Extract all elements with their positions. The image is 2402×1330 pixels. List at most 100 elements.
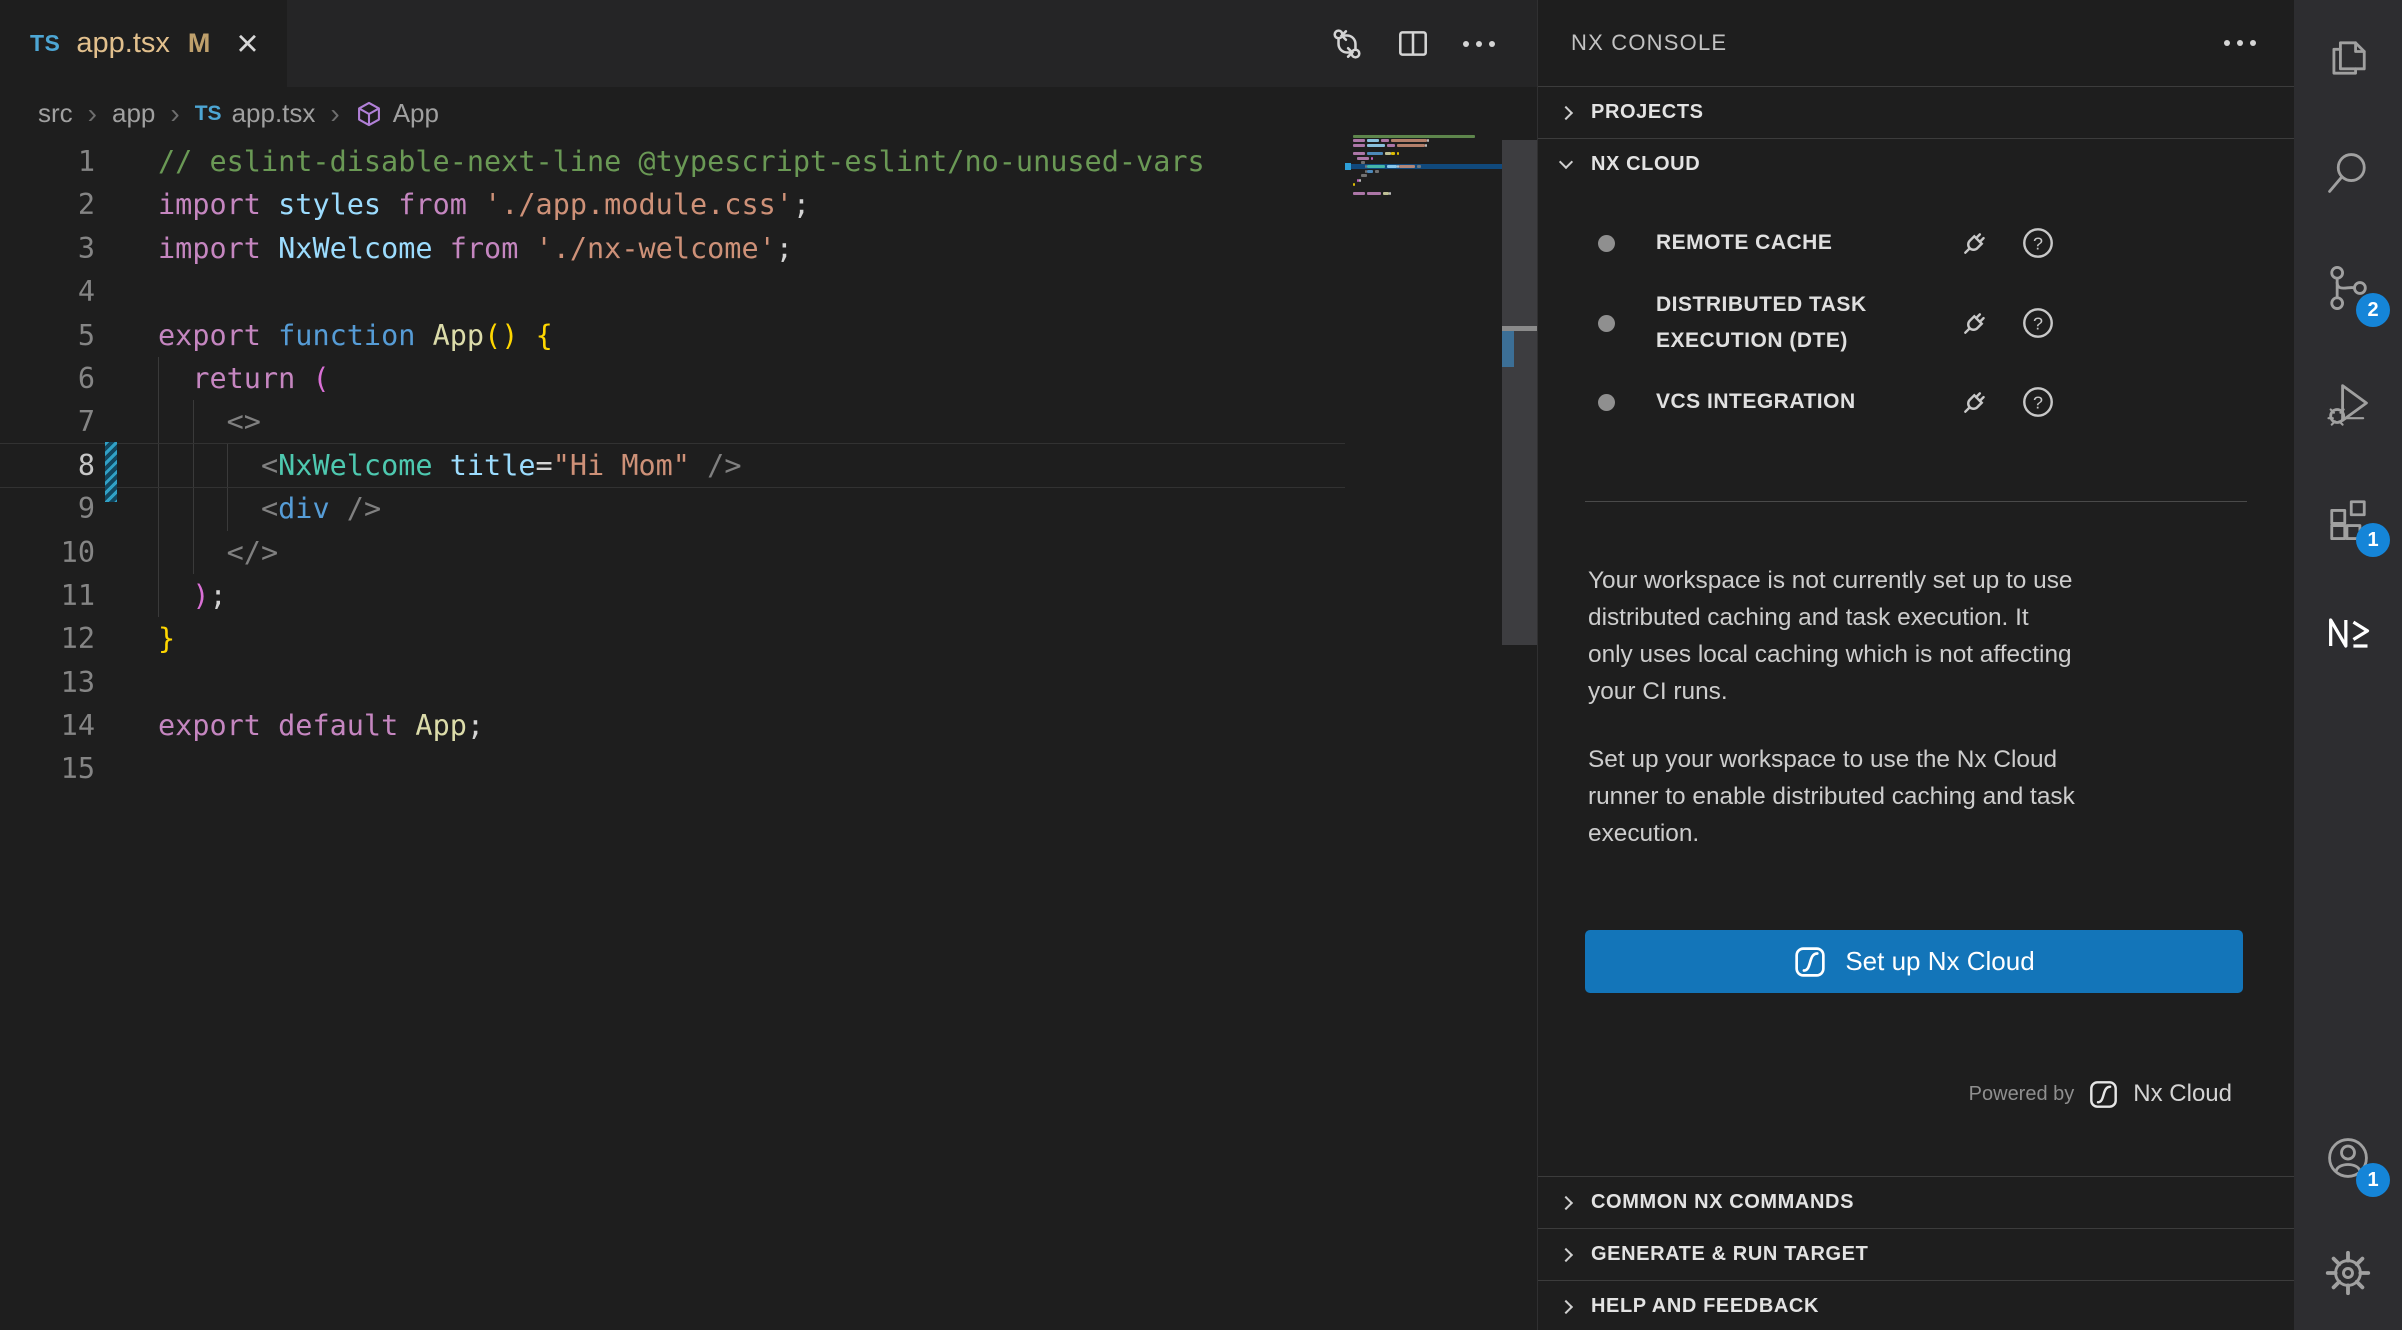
minimap[interactable] — [1345, 140, 1502, 1330]
line-number[interactable]: 5 — [0, 314, 95, 357]
chevron-right-icon — [1553, 108, 1579, 118]
scrollbar-thumb[interactable] — [1502, 140, 1537, 645]
connect-icon[interactable] — [1956, 304, 1994, 342]
activity-bar-item-settings-gear[interactable] — [2294, 1215, 2402, 1330]
section-label: HELP AND FEEDBACK — [1591, 1295, 1819, 1318]
line-number[interactable]: 3 — [0, 227, 95, 270]
breadcrumb-label: app.tsx — [232, 98, 316, 129]
minimap-line — [1387, 165, 1397, 168]
minimap-line — [1367, 152, 1383, 155]
breadcrumb-item-src[interactable]: src — [38, 98, 73, 129]
minimap-line — [1367, 144, 1385, 147]
line-number[interactable]: 2 — [0, 183, 95, 226]
activity-bar-item-nx-console[interactable] — [2294, 575, 2402, 690]
nx-console-icon — [2322, 607, 2374, 659]
section-common-nx-commands[interactable]: COMMON NX COMMANDS — [1538, 1176, 2294, 1228]
breadcrumb: src›app›TSapp.tsx›App — [0, 87, 1537, 140]
section-nx-cloud[interactable]: NX CLOUD — [1538, 138, 2294, 190]
line-number[interactable]: 4 — [0, 270, 95, 313]
breadcrumb-item-app[interactable]: app — [112, 98, 155, 129]
breadcrumb-label: App — [393, 98, 439, 129]
code-text: </> — [158, 531, 278, 574]
activity-bar-item-account[interactable]: 1 — [2294, 1100, 2402, 1215]
line-number[interactable]: 8 — [0, 444, 95, 487]
breadcrumb-item-app[interactable]: App — [355, 98, 439, 129]
line-number[interactable]: 1 — [0, 140, 95, 183]
code-line-2[interactable]: 2import styles from './app.module.css'; — [0, 183, 1345, 226]
connect-icon[interactable] — [1956, 383, 1994, 421]
powered-by-row: Powered by Nx Cloud — [1538, 1079, 2232, 1109]
minimap-line — [1371, 157, 1373, 160]
code-line-1[interactable]: 1// eslint-disable-next-line @typescript… — [0, 140, 1345, 183]
editor-toolbar — [1329, 0, 1497, 87]
line-number[interactable]: 13 — [0, 661, 95, 704]
line-number[interactable]: 11 — [0, 574, 95, 617]
activity-bar-item-run-debug[interactable] — [2294, 345, 2402, 460]
gutter-modified-indicator[interactable] — [105, 442, 117, 502]
code-line-13[interactable]: 13 — [0, 661, 1345, 704]
line-number[interactable]: 14 — [0, 704, 95, 747]
section-projects[interactable]: PROJECTS — [1538, 86, 2294, 138]
section-label: COMMON NX COMMANDS — [1591, 1191, 1854, 1214]
code-line-14[interactable]: 14 export default App; — [0, 704, 1345, 747]
editor-group: TS app.tsx M × — [0, 0, 1537, 1330]
connect-icon[interactable] — [1956, 224, 1994, 262]
line-number[interactable]: 7 — [0, 400, 95, 443]
activity-bar-item-source-control[interactable]: 2 — [2294, 230, 2402, 345]
code-line-8[interactable]: 8 <NxWelcome title="Hi Mom" /> — [0, 444, 1345, 487]
badge: 1 — [2356, 1163, 2390, 1197]
help-icon[interactable]: ? — [2019, 224, 2057, 262]
section-help-and-feedback[interactable]: HELP AND FEEDBACK — [1538, 1280, 2294, 1330]
panel-more-actions-icon[interactable] — [2222, 34, 2258, 52]
feature-label: VCS INTEGRATION — [1656, 384, 1956, 420]
code-editor[interactable]: 1// eslint-disable-next-line @typescript… — [0, 140, 1537, 1330]
breadcrumb-label: src — [38, 98, 73, 129]
activity-bar-item-extensions[interactable]: 1 — [2294, 460, 2402, 575]
setup-nx-cloud-button[interactable]: Set up Nx Cloud — [1585, 930, 2243, 993]
line-number[interactable]: 10 — [0, 531, 95, 574]
minimap-line — [1387, 144, 1395, 147]
line-number[interactable]: 12 — [0, 617, 95, 660]
minimap-line — [1375, 170, 1379, 173]
code-lines: 1// eslint-disable-next-line @typescript… — [0, 140, 1345, 791]
code-line-6[interactable]: 6 return ( — [0, 357, 1345, 400]
split-editor-icon[interactable] — [1395, 26, 1431, 62]
tab-modified-badge: M — [188, 28, 211, 59]
breadcrumb-separator-icon: › — [88, 98, 97, 130]
line-number[interactable]: 9 — [0, 487, 95, 530]
code-line-4[interactable]: 4 — [0, 270, 1345, 313]
code-line-11[interactable]: 11 ); — [0, 574, 1345, 617]
editor-scrollbar[interactable] — [1502, 140, 1537, 1330]
code-text: export default App; — [158, 704, 484, 747]
tab-close-icon[interactable]: × — [236, 25, 258, 63]
feature-row-distributed-task-execution-dte-: DISTRIBUTED TASK EXECUTION (DTE)? — [1538, 287, 2294, 359]
section-generate-run-target[interactable]: GENERATE & RUN TARGET — [1538, 1228, 2294, 1280]
activity-bar-item-explorer[interactable] — [2294, 0, 2402, 115]
code-line-5[interactable]: 5export function App() { — [0, 314, 1345, 357]
code-line-15[interactable]: 15 — [0, 747, 1345, 790]
line-number[interactable]: 15 — [0, 747, 95, 790]
minimap-line — [1353, 192, 1365, 195]
panel-title: NX CONSOLE — [1571, 30, 2222, 56]
svg-text:?: ? — [2033, 313, 2043, 333]
settings-gear-icon — [2321, 1246, 2375, 1300]
open-changes-icon[interactable] — [1329, 26, 1365, 62]
help-icon[interactable]: ? — [2019, 383, 2057, 421]
badge: 1 — [2356, 523, 2390, 557]
code-line-10[interactable]: 10 </> — [0, 531, 1345, 574]
code-line-9[interactable]: 9 <div /> — [0, 487, 1345, 530]
activity-bar-item-search[interactable] — [2294, 115, 2402, 230]
tab-app-tsx[interactable]: TS app.tsx M × — [0, 0, 287, 87]
help-icon[interactable]: ? — [2019, 304, 2057, 342]
more-actions-icon[interactable] — [1461, 35, 1497, 53]
code-line-3[interactable]: 3import NxWelcome from './nx-welcome'; — [0, 227, 1345, 270]
line-number[interactable]: 6 — [0, 357, 95, 400]
code-line-12[interactable]: 12} — [0, 617, 1345, 660]
code-line-7[interactable]: 7 <> — [0, 400, 1345, 443]
search-icon — [2322, 147, 2374, 199]
minimap-line — [1361, 174, 1367, 177]
breadcrumb-item-app-tsx[interactable]: TS app.tsx — [195, 98, 316, 129]
minimap-line — [1353, 139, 1365, 142]
status-dot-icon — [1598, 235, 1615, 252]
ts-file-icon: TS — [195, 102, 222, 126]
